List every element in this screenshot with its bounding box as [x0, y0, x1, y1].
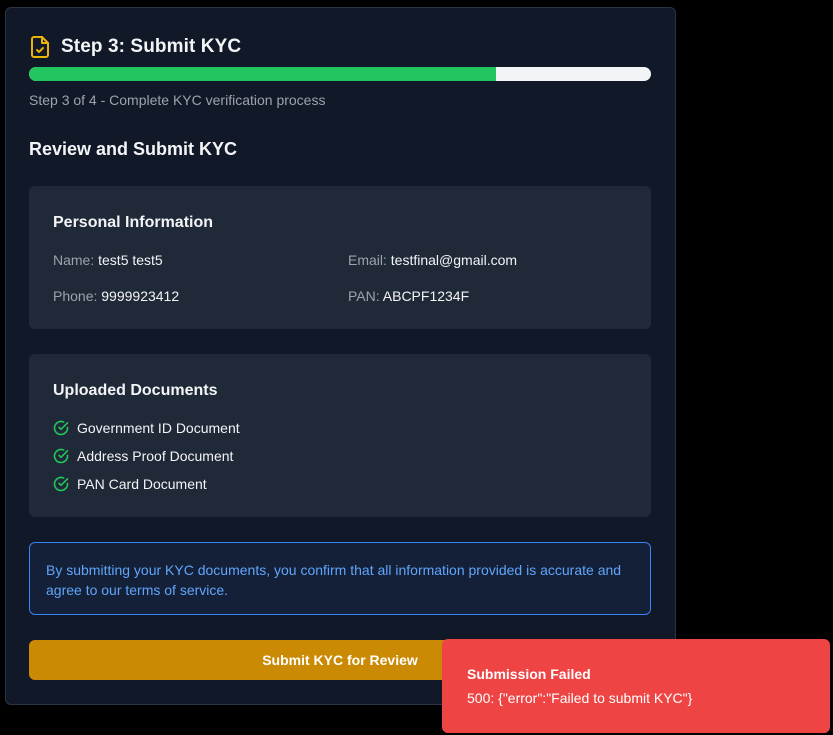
email-value: testfinal@gmail.com: [390, 252, 518, 268]
progress-fill: [29, 67, 496, 81]
email-label: Email:: [348, 252, 387, 268]
pan-field: PAN: ABCPF1234F: [348, 288, 469, 304]
phone-field: Phone: 9999923412: [53, 288, 179, 304]
document-label: Address Proof Document: [77, 448, 234, 464]
uploaded-documents-title: Uploaded Documents: [53, 382, 218, 399]
check-circle-icon: [53, 476, 69, 492]
terms-notice: By submitting your KYC documents, you co…: [29, 542, 651, 615]
check-circle-icon: [53, 420, 69, 436]
toast-title: Submission Failed: [467, 666, 591, 682]
document-item-pan-card: PAN Card Document: [53, 476, 207, 492]
toast-message: 500: {"error":"Failed to submit KYC"}: [467, 690, 693, 706]
document-item-government-id: Government ID Document: [53, 420, 240, 436]
section-title: Review and Submit KYC: [29, 139, 238, 159]
step-indicator: Step 3 of 4 - Complete KYC verification …: [29, 92, 326, 108]
document-label: Government ID Document: [77, 420, 240, 436]
error-toast[interactable]: Submission Failed 500: {"error":"Failed …: [442, 639, 830, 733]
progress-bar: [29, 67, 651, 81]
phone-value: 9999923412: [101, 288, 180, 304]
email-field: Email: testfinal@gmail.com: [348, 252, 517, 268]
name-value: test5 test5: [98, 252, 163, 268]
document-item-address-proof: Address Proof Document: [53, 448, 233, 464]
personal-info-title: Personal Information: [53, 214, 214, 231]
check-circle-icon: [53, 448, 69, 464]
uploaded-documents-panel: Uploaded Documents Government ID Documen…: [29, 354, 651, 517]
pan-value: ABCPF1234F: [382, 288, 470, 304]
page-title: Step 3: Submit KYC: [61, 36, 242, 57]
card-header: Step 3: Submit KYC: [29, 35, 241, 59]
name-field: Name: test5 test5: [53, 252, 163, 268]
phone-label: Phone:: [53, 288, 98, 304]
name-label: Name:: [53, 252, 95, 268]
document-label: PAN Card Document: [77, 476, 207, 492]
file-check-icon: [29, 35, 51, 59]
personal-info-panel: Personal Information Name: test5 test5 E…: [29, 186, 651, 329]
pan-label: PAN:: [348, 288, 380, 304]
